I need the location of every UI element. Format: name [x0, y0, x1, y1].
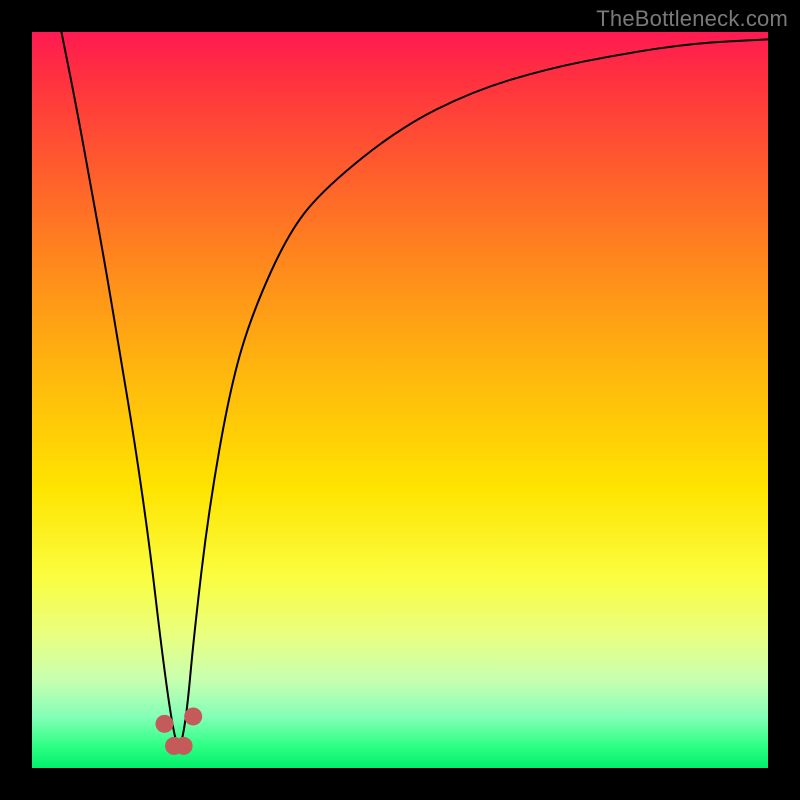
plot-area: [32, 32, 768, 768]
chart-frame: TheBottleneck.com: [0, 0, 800, 800]
curve-markers: [155, 707, 202, 754]
bottleneck-curve: [61, 32, 768, 745]
watermark-text: TheBottleneck.com: [596, 6, 788, 32]
curve-marker: [155, 715, 173, 733]
curve-marker: [184, 707, 202, 725]
bottleneck-curve-svg: [32, 32, 768, 768]
curve-marker: [175, 737, 193, 755]
